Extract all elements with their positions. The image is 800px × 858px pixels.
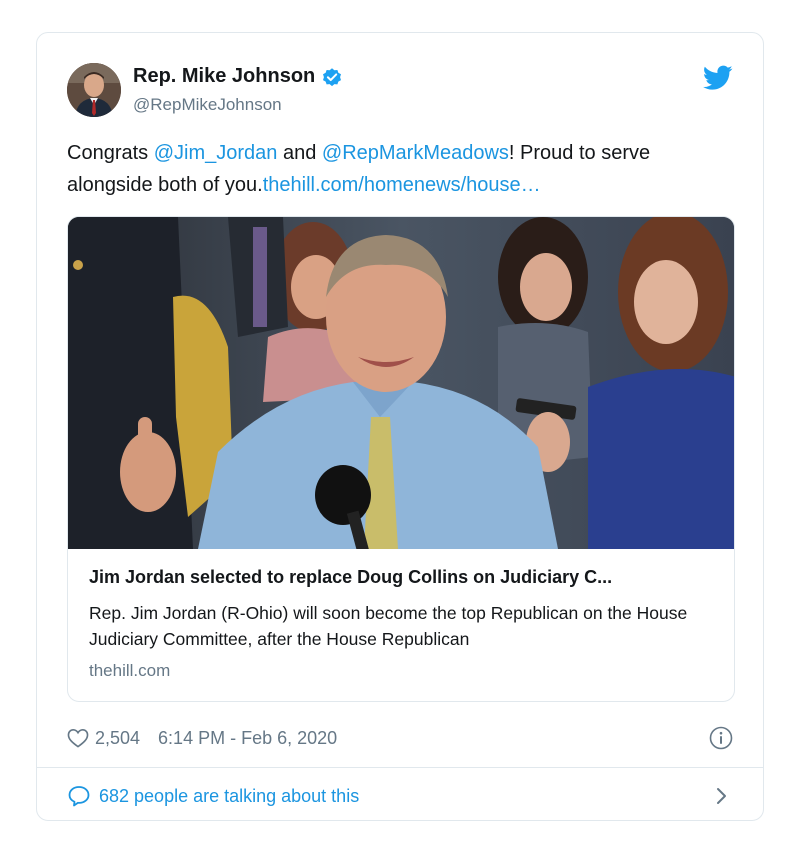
tweet-url-link[interactable]: thehill.com/homenews/house…: [263, 174, 541, 196]
avatar[interactable]: [67, 63, 121, 117]
author-handle[interactable]: @RepMikeJohnson: [133, 95, 282, 115]
tweet-embed-card: Rep. Mike Johnson @RepMikeJohnson Congra…: [36, 32, 764, 821]
mention-jim-jordan[interactable]: @Jim_Jordan: [154, 142, 278, 164]
card-title[interactable]: Jim Jordan selected to replace Doug Coll…: [89, 567, 719, 588]
divider: [37, 767, 763, 768]
reply-bubble-icon: [67, 785, 91, 807]
conversation-label[interactable]: 682 people are talking about this: [99, 786, 359, 807]
tweet-timestamp[interactable]: 6:14 PM - Feb 6, 2020: [158, 728, 337, 749]
verified-badge-icon: [321, 66, 343, 88]
author-name-row: Rep. Mike Johnson: [133, 65, 343, 88]
heart-icon[interactable]: [67, 728, 89, 748]
like-count[interactable]: 2,504: [95, 728, 140, 749]
link-preview-card[interactable]: Jim Jordan selected to replace Doug Coll…: [67, 216, 735, 702]
card-domain: thehill.com: [89, 661, 171, 680]
tweet-text: Congrats @Jim_Jordan and @RepMarkMeadows…: [67, 137, 727, 201]
card-description: Rep. Jim Jordan (R-Ohio) will soon becom…: [89, 603, 688, 649]
mention-rep-mark-meadows[interactable]: @RepMarkMeadows: [322, 142, 509, 164]
conversation-link[interactable]: 682 people are talking about this: [67, 781, 733, 811]
tweet-header: Rep. Mike Johnson @RepMikeJohnson: [67, 63, 733, 123]
author-name[interactable]: Rep. Mike Johnson: [133, 65, 315, 88]
info-icon[interactable]: [709, 726, 733, 750]
tweet-text-segment: Congrats: [67, 142, 154, 164]
card-preview-image[interactable]: [68, 217, 734, 549]
tweet-meta-row: 2,504 6:14 PM - Feb 6, 2020: [67, 723, 733, 753]
twitter-bird-icon[interactable]: [703, 65, 733, 91]
chevron-right-icon[interactable]: [715, 786, 729, 806]
tweet-text-segment: and: [277, 142, 322, 164]
